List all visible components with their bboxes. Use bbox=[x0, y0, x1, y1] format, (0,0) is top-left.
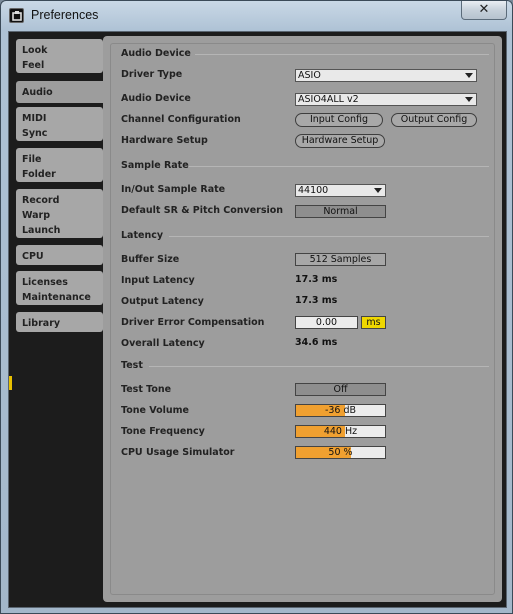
overall-latency-label: Overall Latency bbox=[121, 338, 205, 349]
tab-label: Record bbox=[22, 195, 60, 206]
hardware-setup-label: Hardware Setup bbox=[121, 135, 208, 146]
preferences-window: Preferences ✕ Look Feel Audio MIDI Sync … bbox=[0, 0, 513, 614]
sample-rate-value: 44100 bbox=[298, 185, 329, 196]
tab-library[interactable]: Library bbox=[16, 312, 103, 332]
ms-unit-toggle[interactable]: ms bbox=[361, 316, 386, 329]
tab-label: Library bbox=[22, 318, 61, 329]
chevron-down-icon bbox=[374, 188, 382, 193]
app-icon bbox=[9, 8, 24, 23]
test-tone-toggle[interactable]: Off bbox=[295, 383, 386, 396]
audio-device-value: ASIO4ALL v2 bbox=[298, 94, 359, 105]
driver-type-label: Driver Type bbox=[121, 69, 183, 80]
tab-licenses-maintenance[interactable]: Licenses Maintenance bbox=[16, 271, 103, 305]
tab-file-folder[interactable]: File Folder bbox=[16, 148, 103, 182]
default-sr-label: Default SR & Pitch Conversion bbox=[121, 205, 284, 216]
input-config-button[interactable]: Input Config bbox=[295, 113, 383, 127]
output-config-button[interactable]: Output Config bbox=[391, 113, 477, 127]
section-divider bbox=[189, 166, 489, 167]
test-tone-label: Test Tone bbox=[121, 384, 172, 395]
overall-latency-value: 34.6 ms bbox=[295, 337, 338, 348]
tab-label: Sync bbox=[22, 128, 48, 139]
side-marker bbox=[9, 376, 12, 390]
buffer-size-field[interactable]: 512 Samples bbox=[295, 253, 386, 266]
driver-type-value: ASIO bbox=[298, 70, 321, 81]
tab-label: Folder bbox=[22, 169, 56, 180]
driver-type-dropdown[interactable]: ASIO bbox=[295, 69, 477, 82]
buffer-size-label: Buffer Size bbox=[121, 254, 180, 265]
tab-label: Warp bbox=[22, 210, 51, 221]
tone-volume-value: -36 dB bbox=[324, 405, 357, 416]
driver-error-label: Driver Error Compensation bbox=[121, 317, 265, 328]
tab-label: MIDI bbox=[22, 113, 47, 124]
tab-audio[interactable]: Audio bbox=[16, 81, 112, 103]
input-latency-label: Input Latency bbox=[121, 275, 195, 286]
section-title-test: Test bbox=[121, 360, 143, 371]
driver-error-field[interactable]: 0.00 bbox=[295, 316, 358, 329]
tab-label: Launch bbox=[22, 225, 61, 236]
tab-midi-sync[interactable]: MIDI Sync bbox=[16, 107, 103, 141]
tab-look-feel[interactable]: Look Feel bbox=[16, 39, 103, 73]
preferences-client: Look Feel Audio MIDI Sync File Folder Re… bbox=[8, 31, 507, 608]
cpu-usage-simulator-value: 50 % bbox=[328, 447, 353, 458]
chevron-down-icon bbox=[465, 73, 473, 78]
output-latency-label: Output Latency bbox=[121, 296, 204, 307]
cpu-usage-simulator-label: CPU Usage Simulator bbox=[121, 447, 235, 458]
tone-frequency-label: Tone Frequency bbox=[121, 426, 205, 437]
tab-label: CPU bbox=[22, 251, 44, 262]
cpu-usage-simulator-slider[interactable]: 50 % bbox=[295, 446, 386, 459]
section-title-sample-rate: Sample Rate bbox=[121, 160, 189, 171]
input-latency-value: 17.3 ms bbox=[295, 274, 338, 285]
pitch-conversion-button[interactable]: Normal bbox=[295, 205, 386, 218]
tab-cpu[interactable]: CPU bbox=[16, 245, 103, 265]
section-title-audio-device: Audio Device bbox=[121, 48, 191, 59]
close-button[interactable]: ✕ bbox=[461, 1, 507, 20]
inout-sample-rate-label: In/Out Sample Rate bbox=[121, 184, 226, 195]
audio-preferences-panel: Audio Device Driver Type ASIO Audio Devi… bbox=[103, 36, 502, 602]
tab-label: Audio bbox=[22, 87, 53, 98]
audio-device-label: Audio Device bbox=[121, 93, 191, 104]
tab-label: File bbox=[22, 154, 42, 165]
section-title-latency: Latency bbox=[121, 230, 164, 241]
tab-label: Maintenance bbox=[22, 292, 91, 303]
tone-volume-label: Tone Volume bbox=[121, 405, 189, 416]
window-title: Preferences bbox=[31, 8, 99, 22]
tab-record-warp-launch[interactable]: Record Warp Launch bbox=[16, 189, 103, 238]
chevron-down-icon bbox=[465, 97, 473, 102]
tone-volume-slider[interactable]: -36 dB bbox=[295, 404, 386, 417]
section-divider bbox=[169, 236, 489, 237]
audio-device-dropdown[interactable]: ASIO4ALL v2 bbox=[295, 93, 477, 106]
section-divider bbox=[195, 54, 489, 55]
channel-configuration-label: Channel Configuration bbox=[121, 114, 241, 125]
tab-label: Look bbox=[22, 45, 48, 56]
section-divider bbox=[149, 366, 489, 367]
tone-frequency-value: 440 Hz bbox=[323, 426, 358, 437]
title-bar[interactable]: Preferences ✕ bbox=[1, 1, 512, 31]
tab-label: Licenses bbox=[22, 277, 68, 288]
tab-label: Feel bbox=[22, 60, 45, 71]
audio-settings-area: Audio Device Driver Type ASIO Audio Devi… bbox=[110, 43, 495, 595]
tone-frequency-slider[interactable]: 440 Hz bbox=[295, 425, 386, 438]
hardware-setup-button[interactable]: Hardware Setup bbox=[295, 134, 385, 148]
output-latency-value: 17.3 ms bbox=[295, 295, 338, 306]
sample-rate-dropdown[interactable]: 44100 bbox=[295, 184, 386, 197]
